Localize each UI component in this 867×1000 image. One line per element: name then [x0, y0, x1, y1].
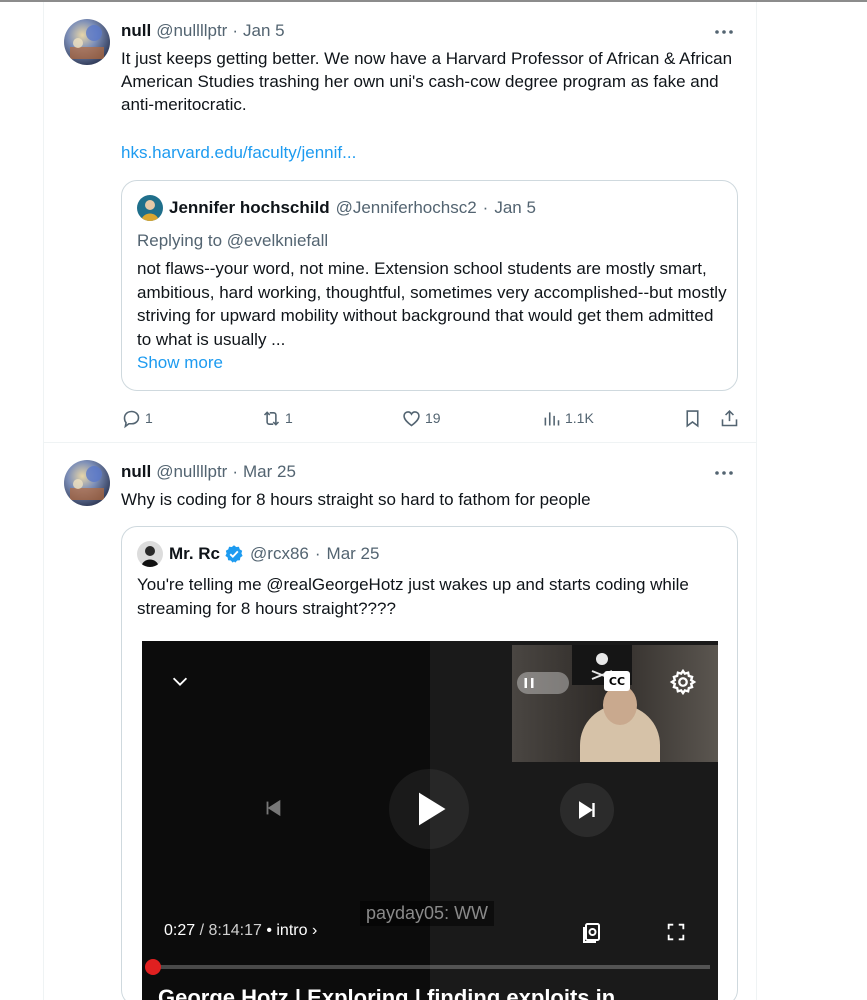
quote-author-name[interactable]: Jennifer hochschild	[169, 198, 330, 218]
cc-icon[interactable]: CC	[604, 671, 630, 691]
previous-icon[interactable]	[260, 795, 286, 821]
post-date[interactable]: Jan 5	[243, 21, 285, 41]
webcam-overlay	[512, 645, 718, 762]
autoplay-toggle[interactable]	[517, 672, 569, 694]
share-icon	[721, 409, 738, 426]
reply-count: 1	[145, 410, 153, 426]
quote-author-name[interactable]: Mr. Rc	[169, 544, 220, 564]
separator-dot: ·	[482, 198, 489, 217]
video-watermark: payday05: WW	[360, 901, 495, 926]
post[interactable]: null @nullllptr · Jan 5 It just keeps ge…	[44, 2, 756, 443]
action-bar: 1 1 19 1.1K	[121, 405, 741, 431]
views-count: 1.1K	[565, 410, 594, 426]
settings-icon[interactable]	[668, 667, 698, 697]
more-icon[interactable]	[712, 463, 736, 483]
bookmark-button[interactable]	[682, 405, 703, 431]
bookmark-icon	[686, 409, 699, 428]
video-time: 0:27 / 8:14:17 • intro ›	[164, 922, 317, 940]
more-icon[interactable]	[712, 22, 736, 42]
chapter-label[interactable]: • intro ›	[266, 922, 317, 939]
video-title: George Hotz | Exploring | finding exploi…	[158, 985, 616, 1000]
quote-avatar[interactable]	[137, 541, 163, 567]
quote-avatar[interactable]	[137, 195, 163, 221]
quote-author-handle[interactable]: @rcx86	[250, 544, 309, 564]
repost-icon	[263, 410, 280, 426]
next-button[interactable]	[560, 783, 614, 837]
verified-icon	[225, 545, 243, 563]
post-text: It just keeps getting better. We now hav…	[121, 49, 733, 114]
avatar[interactable]	[64, 19, 110, 65]
video-player[interactable]: CC payday05: WW 0:27 / 8:14:17 • intro ›…	[142, 641, 718, 1000]
quote-date[interactable]: Jan 5	[494, 198, 536, 218]
quote-author-handle[interactable]: @Jenniferhochsc2	[336, 198, 477, 218]
quote-text: not flaws--your word, not mine. Extensio…	[137, 259, 727, 349]
next-icon	[579, 801, 595, 819]
play-icon	[419, 792, 446, 826]
post-link[interactable]: hks.harvard.edu/faculty/jennif...	[121, 143, 356, 163]
reply-icon	[123, 410, 140, 428]
progress-scrubber[interactable]	[144, 959, 161, 975]
views-button[interactable]: 1.1K	[541, 405, 594, 431]
play-button[interactable]	[389, 769, 469, 849]
author-name[interactable]: null	[121, 462, 151, 482]
author-handle[interactable]: @nullllptr	[156, 462, 227, 482]
avatar[interactable]	[64, 460, 110, 506]
quote-header: Mr. Rc @rcx86 · Mar 25	[137, 541, 379, 567]
repost-count: 1	[285, 410, 293, 426]
chevron-down-icon[interactable]	[168, 669, 192, 693]
post-header: null @nullllptr · Mar 25	[121, 461, 296, 483]
author-handle[interactable]: @nullllptr	[156, 21, 227, 41]
current-time: 0:27	[164, 922, 196, 939]
separator-dot: ·	[314, 544, 321, 563]
post-text: Why is coding for 8 hours straight so ha…	[121, 490, 591, 509]
duration: / 8:14:17	[199, 922, 262, 939]
like-button[interactable]: 19	[401, 405, 441, 431]
quote-date[interactable]: Mar 25	[327, 544, 380, 564]
share-button[interactable]	[719, 405, 740, 431]
separator-dot: ·	[232, 462, 239, 481]
show-more-link[interactable]: Show more	[137, 353, 223, 373]
post[interactable]: null @nullllptr · Mar 25 Why is coding f…	[44, 444, 756, 1000]
author-name[interactable]: null	[121, 21, 151, 41]
quoted-post[interactable]: Jennifer hochschild @Jenniferhochsc2 · J…	[121, 180, 738, 391]
chapters-icon[interactable]	[580, 919, 604, 945]
like-icon	[403, 410, 420, 426]
repost-button[interactable]: 1	[261, 405, 293, 431]
replying-to[interactable]: Replying to @evelkniefall	[137, 231, 328, 251]
quote-header: Jennifer hochschild @Jenniferhochsc2 · J…	[137, 195, 536, 221]
timeline: null @nullllptr · Jan 5 It just keeps ge…	[43, 2, 757, 1000]
fullscreen-icon[interactable]	[664, 920, 688, 944]
pause-icon	[524, 678, 534, 688]
views-icon	[544, 411, 560, 425]
post-header: null @nullllptr · Jan 5	[121, 20, 285, 42]
progress-bar[interactable]	[144, 959, 710, 975]
quote-text: You're telling me @realGeorgeHotz just w…	[137, 575, 689, 618]
post-date[interactable]: Mar 25	[243, 462, 296, 482]
separator-dot: ·	[232, 21, 239, 40]
reply-button[interactable]: 1	[121, 405, 153, 431]
like-count: 19	[425, 410, 441, 426]
quoted-post[interactable]: Mr. Rc @rcx86 · Mar 25 You're telling me…	[121, 526, 738, 1000]
